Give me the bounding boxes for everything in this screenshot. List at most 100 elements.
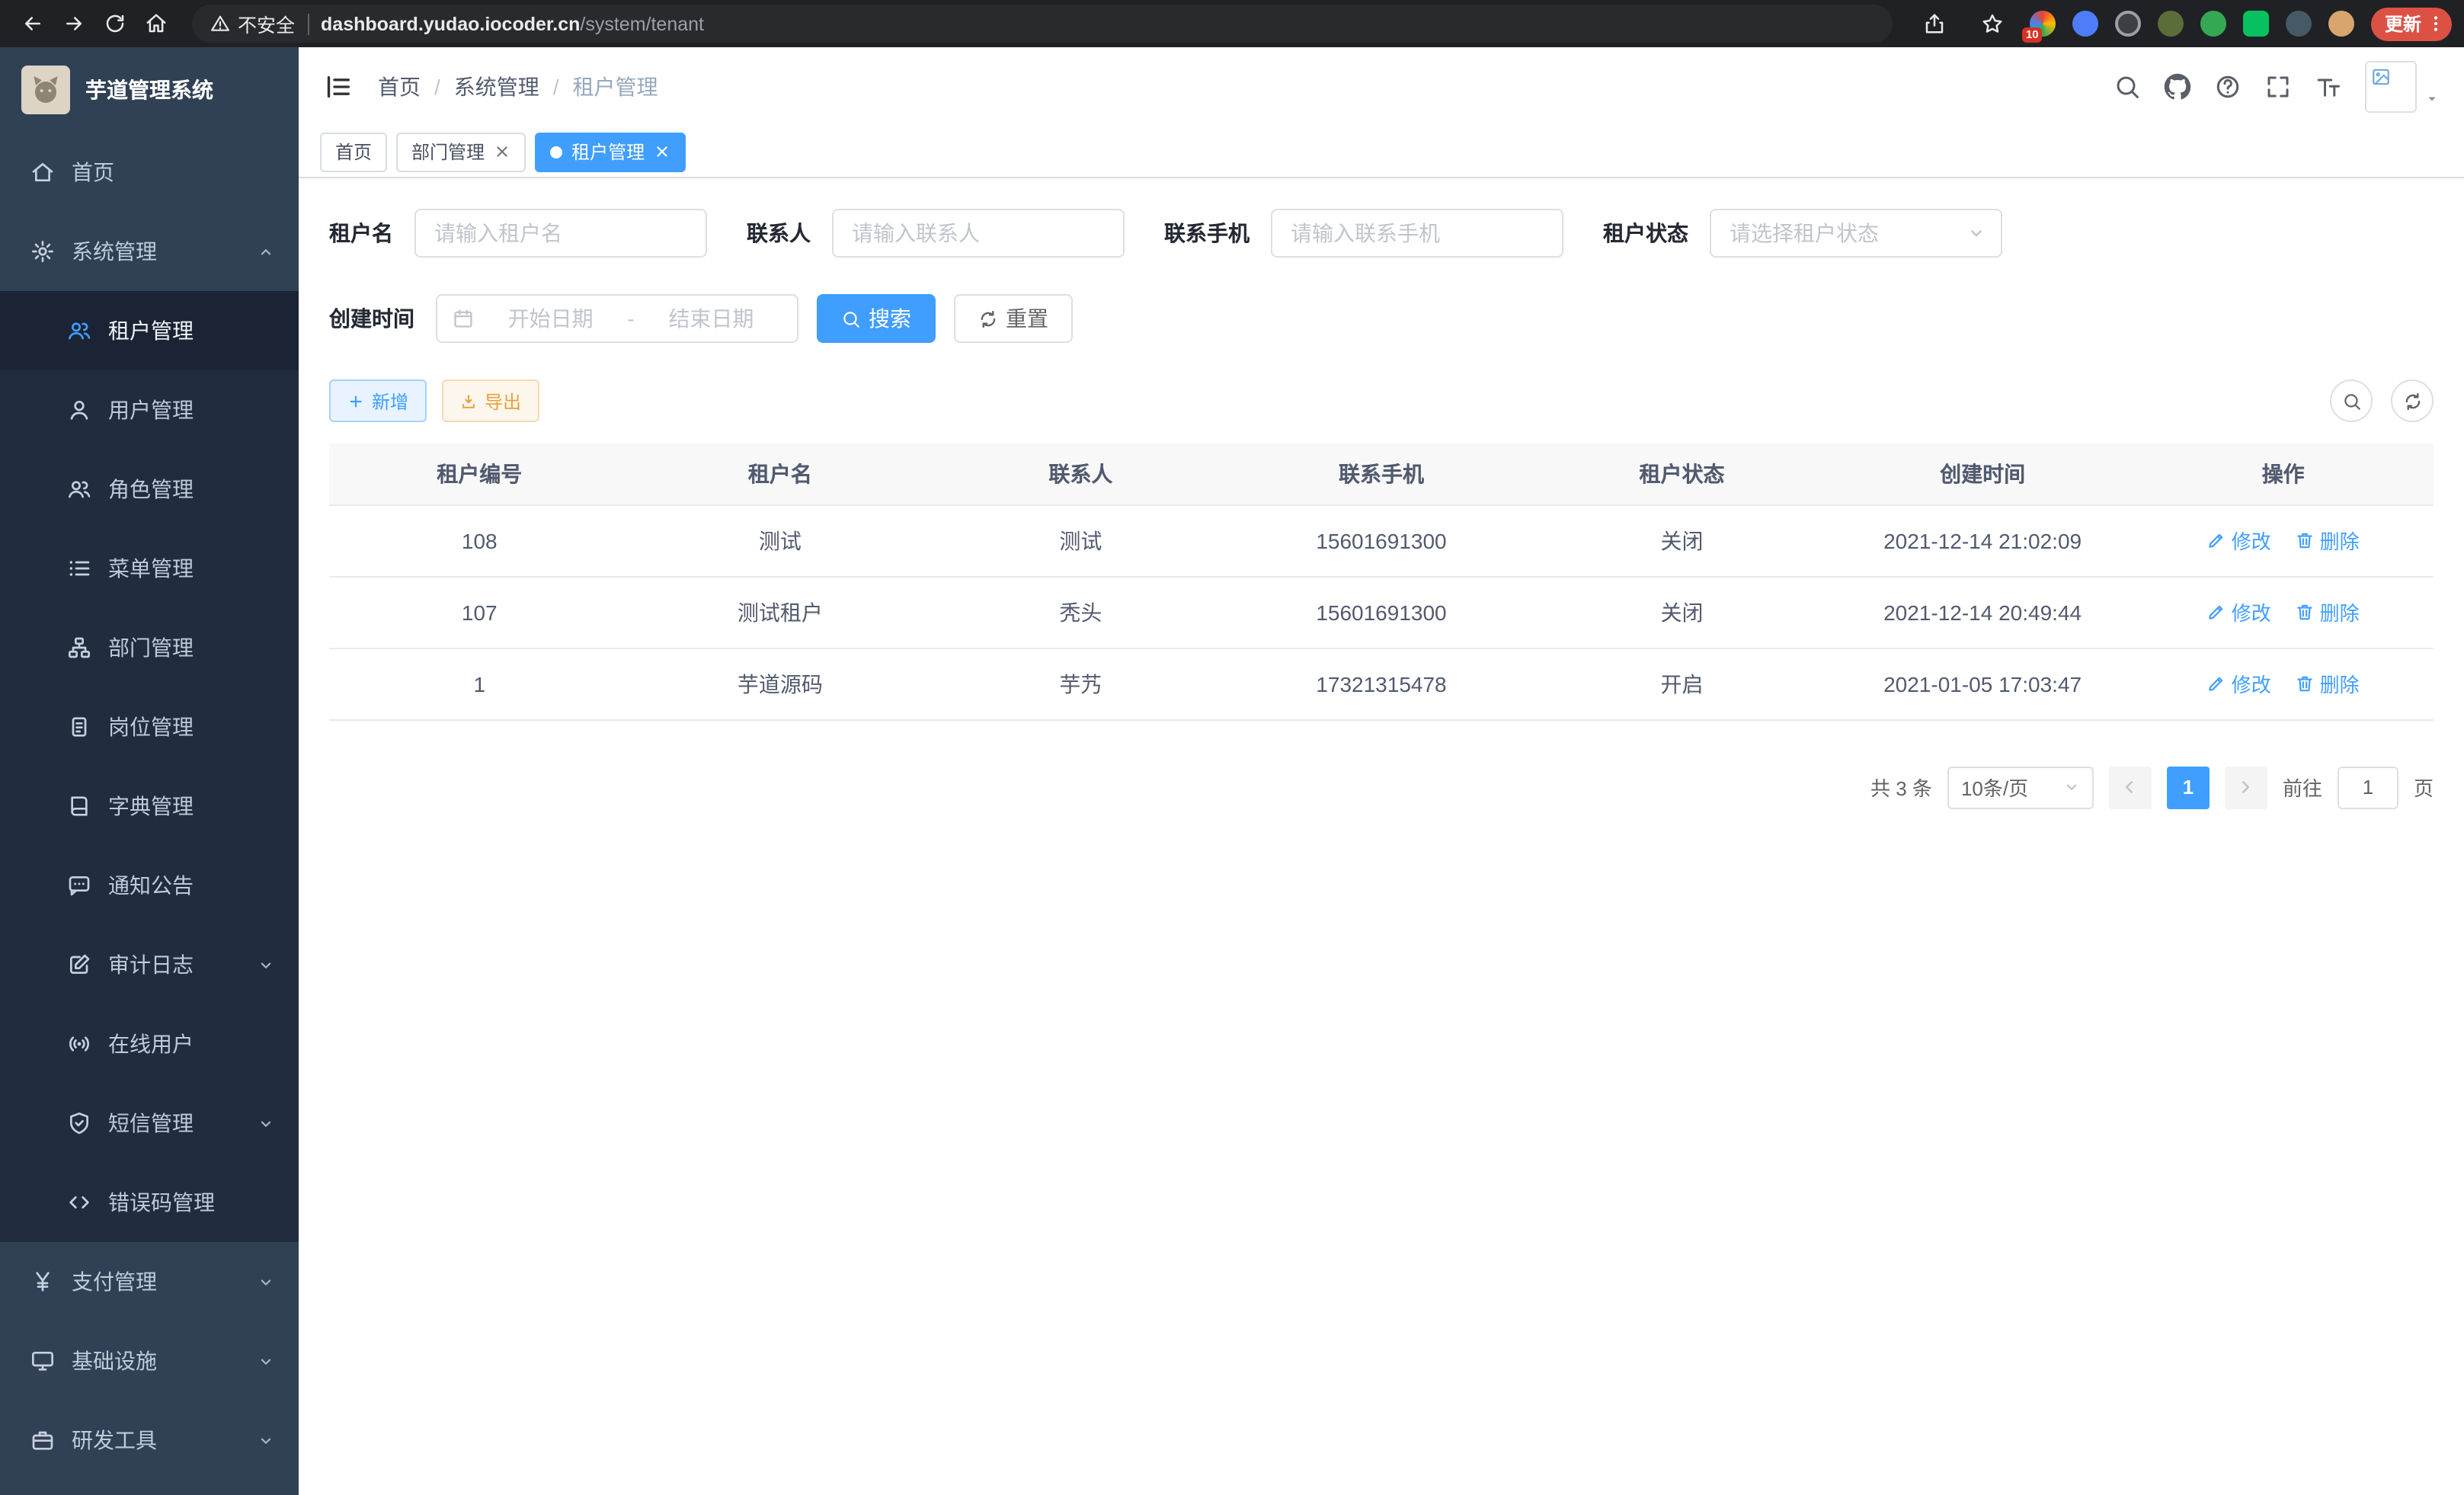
sidebar-item-post[interactable]: 岗位管理 [0, 687, 299, 767]
extension-icon[interactable] [2158, 11, 2184, 37]
search-button[interactable]: 搜索 [817, 294, 936, 343]
tenant-name-input[interactable] [414, 209, 707, 258]
sidebar-item-dept[interactable]: 部门管理 [0, 608, 299, 687]
tab-dept[interactable]: 部门管理 [396, 132, 526, 171]
main-area: 首页 / 系统管理 / 租户管理 [299, 47, 2464, 1495]
status-select[interactable]: 请选择租户状态 [1710, 209, 2002, 258]
page-number-1[interactable]: 1 [2167, 766, 2210, 808]
close-icon[interactable] [654, 143, 670, 160]
security-chip[interactable]: 不安全 [210, 9, 295, 38]
share-icon[interactable] [1914, 3, 1955, 44]
sidebar-item-audit-log[interactable]: 审计日志 [0, 925, 299, 1004]
sidebar-toggle-icon[interactable] [323, 72, 354, 102]
tab-tenant[interactable]: 租户管理 [535, 132, 686, 171]
extension-icon[interactable] [2115, 11, 2141, 37]
contact-input[interactable] [832, 209, 1125, 258]
sidebar-item-notice[interactable]: 通知公告 [0, 846, 299, 925]
back-button[interactable] [12, 3, 53, 44]
breadcrumb: 首页 / 系统管理 / 租户管理 [378, 72, 658, 102]
menu-label: 部门管理 [108, 632, 194, 663]
total-count: 共 3 条 [1870, 773, 1932, 802]
sidebar-item-devtools[interactable]: 研发工具 [0, 1401, 299, 1480]
sidebar-item-payment[interactable]: 支付管理 [0, 1242, 299, 1321]
reload-button[interactable] [94, 3, 136, 44]
browser-chrome: 不安全 dashboard.yudao.iocoder.cn/system/te… [0, 0, 2464, 47]
sidebar-item-sms[interactable]: 短信管理 [0, 1084, 299, 1163]
goto-page-input[interactable] [2338, 766, 2398, 808]
delete-button[interactable]: 删除 [2296, 526, 2360, 555]
date-range-picker[interactable]: 开始日期 - 结束日期 [436, 294, 798, 343]
help-icon[interactable] [2214, 73, 2242, 101]
font-size-icon[interactable] [2315, 73, 2342, 101]
edit-button[interactable]: 修改 [2207, 597, 2271, 626]
forward-button[interactable] [53, 3, 94, 44]
delete-button[interactable]: 删除 [2296, 597, 2360, 626]
sidebar-item-system[interactable]: 系统管理 [0, 212, 299, 291]
sidebar-item-error-code[interactable]: 错误码管理 [0, 1163, 299, 1242]
breadcrumb-home[interactable]: 首页 [378, 72, 421, 102]
sidebar-item-online-user[interactable]: 在线用户 [0, 1004, 299, 1084]
bookmark-star-icon[interactable] [1972, 3, 2013, 44]
extension-icon[interactable] [2200, 11, 2226, 37]
browser-update-button[interactable]: 更新 [2371, 7, 2452, 40]
user-menu[interactable] [2365, 61, 2440, 113]
status-badge: 关闭 [1531, 576, 1832, 648]
calendar-icon [453, 308, 474, 329]
browser-home-button[interactable] [136, 3, 177, 44]
col-contact: 联系人 [930, 443, 1231, 504]
sidebar-item-menu[interactable]: 菜单管理 [0, 529, 299, 608]
goto-suffix: 页 [2414, 773, 2434, 802]
search-icon[interactable] [2114, 73, 2141, 101]
fullscreen-icon[interactable] [2264, 73, 2292, 101]
sidebar-item-role[interactable]: 角色管理 [0, 450, 299, 529]
gear-icon [30, 239, 55, 264]
mobile-input[interactable] [1271, 209, 1563, 258]
col-tenant-id: 租户编号 [329, 443, 630, 504]
breadcrumb-system: 系统管理 [454, 72, 539, 102]
sidebar-item-user[interactable]: 用户管理 [0, 370, 299, 450]
breadcrumb-current: 租户管理 [573, 72, 658, 102]
chevron-down-icon [258, 1353, 274, 1369]
extension-icon[interactable] [2328, 11, 2354, 37]
top-header: 首页 / 系统管理 / 租户管理 [299, 47, 2464, 126]
delete-button[interactable]: 删除 [2296, 669, 2360, 698]
toggle-search-button[interactable] [2330, 379, 2373, 422]
tab-home[interactable]: 首页 [320, 132, 387, 171]
tab-label: 首页 [335, 139, 372, 165]
extension-icon[interactable] [2286, 11, 2312, 37]
menu-label: 基础设施 [72, 1346, 157, 1376]
add-button[interactable]: 新增 [329, 379, 427, 422]
sidebar-item-tenant[interactable]: 租户管理 [0, 291, 299, 370]
extension-icon[interactable]: 10 [2030, 11, 2056, 37]
trash-icon [2296, 674, 2315, 693]
menu-label: 字典管理 [108, 791, 194, 821]
avatar [2365, 61, 2417, 113]
col-status: 租户状态 [1531, 443, 1832, 504]
refresh-table-button[interactable] [2391, 379, 2434, 422]
reset-button[interactable]: 重置 [954, 294, 1073, 343]
extension-icon[interactable] [2243, 11, 2269, 37]
chevron-down-icon [258, 1432, 274, 1449]
sidebar-item-infra[interactable]: 基础设施 [0, 1321, 299, 1401]
sidebar-item-home[interactable]: 首页 [0, 133, 299, 212]
menu-dots-icon [2426, 14, 2446, 34]
extension-icon[interactable] [2072, 11, 2098, 37]
edit-button[interactable]: 修改 [2207, 526, 2271, 555]
menu-label: 错误码管理 [108, 1187, 215, 1218]
error-code-icon [67, 1190, 91, 1215]
sidebar-item-dict[interactable]: 字典管理 [0, 767, 299, 846]
edit-button[interactable]: 修改 [2207, 669, 2271, 698]
filter-row-1: 租户名 联系人 联系手机 租户状态 请选择租户状态 [329, 209, 2434, 258]
next-page-button[interactable] [2225, 766, 2267, 808]
github-icon[interactable] [2164, 73, 2191, 101]
export-button[interactable]: 导出 [442, 379, 539, 422]
address-bar[interactable]: 不安全 dashboard.yudao.iocoder.cn/system/te… [192, 5, 1893, 43]
prev-page-button[interactable] [2109, 766, 2152, 808]
table-header-row: 租户编号 租户名 联系人 联系手机 租户状态 创建时间 操作 [329, 443, 2434, 504]
col-tenant-name: 租户名 [630, 443, 931, 504]
org-tree-icon [67, 635, 91, 660]
close-icon[interactable] [494, 143, 510, 160]
page-size-select[interactable]: 10条/页 [1947, 766, 2094, 808]
infrastructure-icon [30, 1349, 55, 1373]
app-logo[interactable]: 芋道管理系统 [0, 47, 299, 133]
